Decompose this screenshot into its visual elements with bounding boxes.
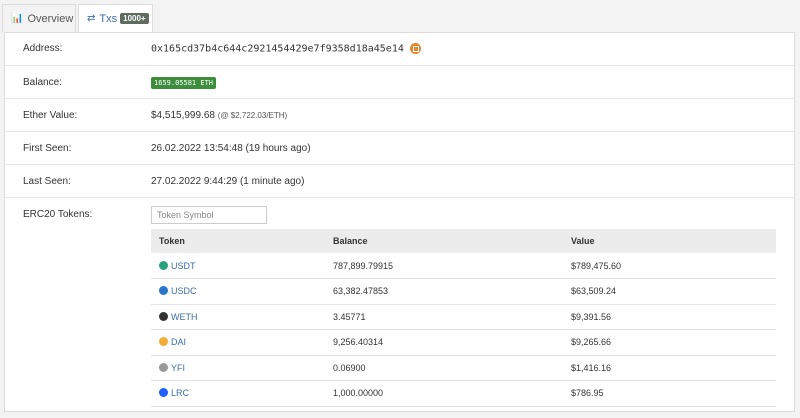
ether-value-row: Ether Value: $4,515,999.68 (@ $2,722.03/… [5, 99, 794, 132]
header-balance: Balance [325, 229, 563, 253]
usdc-token-icon [159, 286, 168, 296]
tab-overview-label: Overview [27, 12, 74, 25]
dai-token-icon [159, 337, 168, 347]
address-row: Address: 0x165cd37b4c644c2921454429e7f93… [5, 33, 794, 66]
token-value: $1,416.16 [563, 355, 776, 381]
transfer-arrows-icon: ⇄ [87, 13, 96, 24]
address-text[interactable]: 0x165cd37b4c644c2921454429e7f9358d18a45e… [151, 44, 404, 55]
weth-token-icon [159, 311, 168, 321]
tab-txs[interactable]: ⇄ Txs 1000+ [78, 4, 153, 32]
token-table-header: Token Balance Value [151, 229, 776, 253]
token-name[interactable]: USDC [171, 286, 197, 296]
token-row: DAI 9,256.40314 $9,265.66 [151, 329, 776, 356]
token-cell[interactable]: WETH [151, 304, 325, 330]
token-table: Token Balance Value USDT 787,899.79915 $78… [151, 229, 776, 407]
token-cell[interactable]: USDC [151, 278, 325, 305]
first-seen-row: First Seen: 26.02.2022 13:54:48 (19 hour… [5, 132, 794, 165]
token-row: USDC 63,382.47853 $63,509.24 [151, 278, 776, 305]
usdt-token-icon [159, 260, 168, 270]
address-details-panel: Address: 0x165cd37b4c644c2921454429e7f93… [4, 32, 795, 412]
ether-rate: (@ $2,722.03/ETH) [217, 111, 288, 120]
last-seen-value: 27.02.2022 9:44:29 (1 minute ago) [151, 176, 305, 187]
first-seen-label: First Seen: [23, 143, 72, 154]
lrc-token-icon [159, 388, 168, 398]
token-cell[interactable]: DAI [151, 329, 325, 356]
token-name[interactable]: USDT [171, 261, 196, 271]
token-balance: 0.06900 [325, 355, 563, 381]
token-balance: 63,382.47853 [325, 278, 563, 305]
address-label: Address: [23, 43, 63, 54]
tab-txs-label: Txs [99, 12, 118, 25]
token-row: USDT 787,899.79915 $789,475.60 [151, 253, 776, 279]
token-cell[interactable]: USDT [151, 253, 325, 279]
txs-count-badge: 1000+ [120, 13, 149, 24]
balance-value: 1659.05581 ETH [151, 77, 217, 89]
header-value: Value [563, 229, 776, 253]
token-balance: 1,000.00000 [325, 380, 563, 407]
token-balance: 9,256.40314 [325, 329, 563, 356]
first-seen-value: 26.02.2022 13:54:48 (19 hours ago) [151, 143, 311, 154]
token-symbol-search-input[interactable] [151, 206, 267, 224]
address-value: 0x165cd37b4c644c2921454429e7f9358d18a45e… [151, 43, 421, 55]
copy-icon[interactable] [409, 43, 421, 54]
token-name[interactable]: WETH [171, 312, 198, 322]
tab-bar: 📊 Overview ⇄ Txs 1000+ [0, 0, 800, 32]
token-name[interactable]: DAI [171, 337, 186, 347]
token-balance: 3.45771 [325, 304, 563, 330]
token-cell[interactable]: LRC [151, 380, 325, 407]
token-name[interactable]: YFI [171, 363, 185, 373]
token-row: LRC 1,000.00000 $786.95 [151, 380, 776, 407]
eth-balance-pill: 1659.05581 ETH [151, 77, 217, 89]
ether-value: $4,515,999.68 (@ $2,722.03/ETH) [151, 110, 287, 121]
token-balance: 787,899.79915 [325, 253, 563, 279]
token-value: $789,475.60 [563, 253, 776, 279]
ether-value-label: Ether Value: [23, 110, 78, 121]
last-seen-label: Last Seen: [23, 176, 71, 187]
tab-overview[interactable]: 📊 Overview [2, 4, 76, 32]
erc20-label: ERC20 Tokens: [23, 209, 93, 220]
yfi-token-icon [159, 362, 168, 372]
token-name[interactable]: LRC [171, 388, 189, 398]
token-value: $9,265.66 [563, 329, 776, 356]
header-token: Token [151, 229, 325, 253]
bar-chart-icon: 📊 [11, 13, 24, 24]
balance-row: Balance: 1659.05581 ETH [5, 66, 794, 99]
token-row: WETH 3.45771 $9,391.56 [151, 304, 776, 330]
balance-label: Balance: [23, 77, 62, 88]
ether-value-amount: $4,515,999.68 [151, 110, 215, 121]
token-value: $786.95 [563, 380, 776, 407]
token-value: $63,509.24 [563, 278, 776, 305]
token-row: YFI 0.06900 $1,416.16 [151, 355, 776, 381]
last-seen-row: Last Seen: 27.02.2022 9:44:29 (1 minute … [5, 165, 794, 198]
token-value: $9,391.56 [563, 304, 776, 330]
token-cell[interactable]: YFI [151, 355, 325, 381]
